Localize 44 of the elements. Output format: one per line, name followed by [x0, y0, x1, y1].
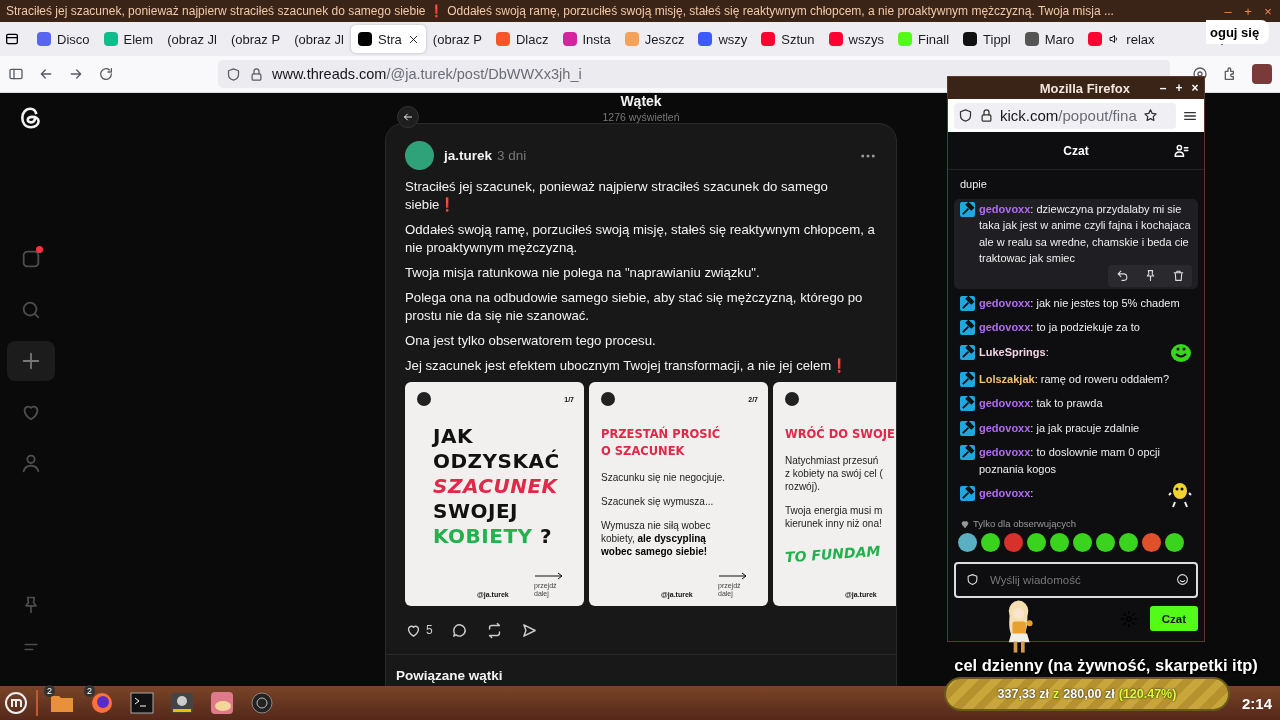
post-paragraph: Ona jest tylko obserwatorem tego procesu. [405, 332, 657, 350]
goal-current: 337,33 zł [997, 687, 1050, 701]
slide-paragraph: Natychmiast przesuń z kobiety na swój cel ( rozwój). [785, 454, 884, 493]
post-time: 3 dni [497, 148, 527, 163]
post-paragraph: Jej szacunek jest efektem ubocznym Twojej transformacji, a nie jej celem❗ [405, 357, 849, 375]
clock: 2:14 [1241, 694, 1273, 712]
page-title: Wątek [620, 93, 662, 109]
chat-message: gedovoxx: [979, 486, 1035, 501]
chat-message: gedovoxx: tak to prawda [979, 396, 1104, 411]
post-paragraph: Straciłeś jej szacunek, ponieważ najpierw straciłeś szacunek do samego siebie❗ [405, 178, 829, 214]
window-count-badge: 2 [44, 685, 55, 697]
window-title: Straciłeś jej szacunek, ponieważ najpierw straciłeś szacunek do samego siebie ❗ Oddałeś swoją ramę, porzuciłeś swoją misję, stałeś się reaktywnym chłopcem, a nie proaktywnym mężczyzną. Twoja misja ... [6, 4, 1115, 18]
chat-message: gedovoxx: to doslownie mam 0 opcji poznania kogos [979, 445, 1161, 477]
chat-message: Lolszakjak: ramę od roweru oddałem? [979, 371, 1171, 387]
slide-title-word: JAK [433, 424, 473, 448]
chat-message: gedovoxx: dziewczyna przydalaby mi sie taka jak jest w anime czyli fajna i kochajaca ale w realu sa wredne, chamskie i beda cie traktowac jak smiec [979, 201, 1192, 266]
slide-title-word: SZACUNEK [433, 474, 558, 498]
slide-paragraph: Szacunku się nie negocjuje. [601, 471, 726, 484]
goal-separator: z [1053, 687, 1060, 701]
slide-heading: PRZESTAŃ PROSIĆ O SZACUNEK [601, 426, 722, 460]
goal-percent: (120.47%) [1118, 687, 1177, 701]
chat-message: gedovoxx: jak nie jestes top 5% chadem [979, 295, 1181, 311]
goal-target: 280,00 zł [1063, 687, 1115, 701]
chat-message: LukeSprings: [979, 344, 1050, 360]
slide-paragraph: Wymusza nie siłą wobec kobiety, ale dyscypliną wobec samego siebie! [601, 519, 712, 558]
chat-message: gedovoxx: to ja podziekuje za to [979, 320, 1141, 335]
post-paragraph: Polega ona na odbudowie samego siebie, aby stać się mężczyzną, którego po prostu nie da się nie szanować. [405, 289, 864, 325]
slide-paragraph: Szacunek się wymusza... [601, 495, 715, 508]
followers-only-notice: Tylko dla obserwujących [973, 518, 1076, 529]
slide-title-word: ODZYSKAĆ [433, 449, 560, 473]
slide-title-word: SWOJEJ [433, 499, 518, 523]
goal-title: cel dzienny (na żywność, skarpetki itp) [954, 656, 1258, 675]
slide-paragraph: Twoja energia musi m kierunek inny niż ona! [785, 504, 884, 530]
slide-title-word: ? [540, 524, 553, 548]
post-paragraph: Oddałeś swoją ramę, porzuciłeś swoją misję, stałeś się reaktywnym chłopcem, a nie proaktywnym mężczyzną. [405, 221, 876, 257]
slide-heading: WRÓĆ DO SWOJE [785, 426, 896, 443]
slide-title-word: KOBIETY [433, 524, 533, 548]
chat-message: gedovoxx: ja jak pracuje zdalnie [979, 420, 1141, 436]
post-paragraph: Twoja misja ratunkowa nie polega na "naprawianiu związku". [405, 264, 761, 282]
chat-title: Czat [1063, 143, 1089, 158]
slide-slogan: TO FUNDAM [784, 542, 881, 566]
window-count-badge: 2 [84, 685, 95, 697]
view-count: 1276 wyświetleń [602, 111, 680, 123]
chat-message: dupie [960, 177, 988, 192]
